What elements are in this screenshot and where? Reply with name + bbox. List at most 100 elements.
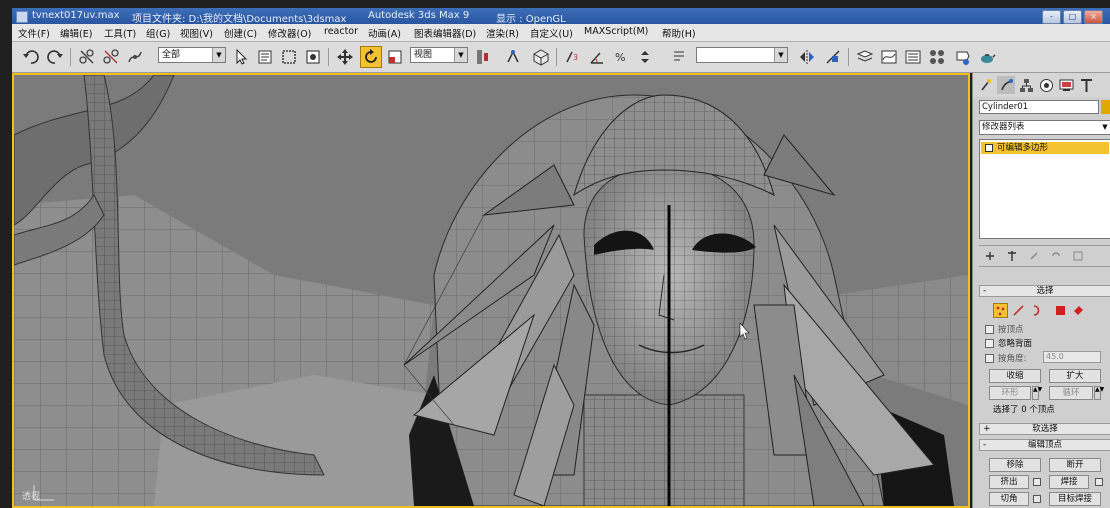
window-crossing-button[interactable]: [302, 46, 324, 68]
angle-threshold-field[interactable]: 45.0: [1043, 351, 1101, 363]
snaps-toggle-button[interactable]: 3: [562, 46, 584, 68]
viewport-label[interactable]: 透视: [22, 489, 40, 502]
spinner-snap-button[interactable]: [634, 46, 656, 68]
configure-modifier-sets-button[interactable]: [1071, 249, 1085, 263]
menu-graph-editors[interactable]: 图表编辑器(D): [414, 26, 476, 40]
chamfer-settings-button[interactable]: [1033, 495, 1041, 503]
shrink-button[interactable]: 收缩: [989, 369, 1041, 383]
align-button[interactable]: [822, 46, 844, 68]
rectangular-selection-button[interactable]: [278, 46, 300, 68]
redo-button[interactable]: [44, 46, 66, 68]
tab-motion[interactable]: [1037, 76, 1055, 94]
loop-button[interactable]: 循环: [1049, 386, 1093, 400]
expand-icon[interactable]: [985, 143, 993, 152]
modifier-stack[interactable]: 可编辑多边形: [979, 139, 1110, 239]
edge-mode-button[interactable]: [1011, 303, 1026, 318]
menu-tools[interactable]: 工具(T): [104, 26, 136, 40]
unlink-selection-button[interactable]: [100, 46, 122, 68]
menu-file[interactable]: 文件(F): [18, 26, 50, 40]
select-and-manipulate-button[interactable]: [502, 46, 524, 68]
object-color-swatch[interactable]: [1101, 100, 1110, 114]
by-angle-checkbox[interactable]: 按角度:: [985, 352, 1026, 364]
maximize-button[interactable]: □: [1063, 10, 1082, 24]
element-mode-button[interactable]: [1071, 303, 1086, 318]
layer-manager-button[interactable]: [854, 46, 876, 68]
tab-modify[interactable]: [997, 76, 1015, 94]
menu-modifiers[interactable]: 修改器(O): [268, 26, 311, 40]
select-and-scale-button[interactable]: [384, 46, 406, 68]
selection-rollout-header[interactable]: - 选择: [979, 285, 1110, 297]
menu-rendering[interactable]: 渲染(R): [486, 26, 519, 40]
tab-create[interactable]: [977, 76, 995, 94]
extrude-settings-button[interactable]: [1033, 478, 1041, 486]
command-panel: Cylinder01 修改器列表 ▼ 可编辑多边形 - 选择 按顶点 忽略背面 …: [972, 73, 1110, 508]
edit-named-selection-button[interactable]: [668, 46, 690, 68]
weld-button[interactable]: 焊接: [1049, 475, 1089, 489]
ignore-backfacing-checkbox[interactable]: 忽略背面: [985, 337, 1032, 349]
ring-button[interactable]: 环形: [989, 386, 1031, 400]
material-editor-button[interactable]: [926, 46, 948, 68]
hierarchy-icon: [1019, 78, 1033, 92]
polygon-mode-button[interactable]: [1053, 303, 1068, 318]
border-mode-button[interactable]: [1029, 303, 1044, 318]
selection-filter-value: 全部: [162, 50, 181, 60]
close-button[interactable]: ×: [1084, 10, 1103, 24]
menu-animation[interactable]: 动画(A): [368, 26, 401, 40]
percent-snap-button[interactable]: %: [610, 46, 632, 68]
rotate-icon: [365, 49, 377, 63]
reference-coordinate-dropdown[interactable]: 视图 ▼: [410, 47, 468, 63]
menu-customize[interactable]: 自定义(U): [530, 26, 573, 40]
named-selection-sets-dropdown[interactable]: ▼: [696, 47, 788, 63]
menu-views[interactable]: 视图(V): [180, 26, 213, 40]
perspective-viewport[interactable]: 透视: [12, 73, 970, 508]
select-and-rotate-button[interactable]: [360, 46, 382, 68]
by-vertex-checkbox[interactable]: 按顶点: [985, 323, 1024, 335]
mirror-button[interactable]: [796, 46, 818, 68]
pin-stack-button[interactable]: [983, 249, 997, 263]
select-and-link-button[interactable]: [76, 46, 98, 68]
make-unique-button[interactable]: [1027, 249, 1041, 263]
soft-selection-rollout-header[interactable]: + 软选择: [979, 423, 1110, 435]
modifier-list-dropdown[interactable]: 修改器列表 ▼: [979, 120, 1110, 135]
select-by-name-button[interactable]: [254, 46, 276, 68]
render-scene-button[interactable]: [952, 46, 974, 68]
weld-settings-button[interactable]: [1095, 478, 1103, 486]
remove-modifier-button[interactable]: [1049, 249, 1063, 263]
select-and-move-button[interactable]: [334, 46, 356, 68]
tab-display[interactable]: [1057, 76, 1075, 94]
target-weld-button[interactable]: 目标焊接: [1049, 492, 1101, 506]
extrude-button[interactable]: 挤出: [989, 475, 1029, 489]
menu-group[interactable]: 组(G): [146, 26, 170, 40]
menu-reactor[interactable]: reactor: [324, 26, 358, 37]
menu-maxscript[interactable]: MAXScript(M): [584, 26, 648, 37]
vertex-mode-button[interactable]: [993, 303, 1008, 318]
selection-filter-dropdown[interactable]: 全部 ▼: [158, 47, 226, 63]
pivot-center-button[interactable]: [472, 46, 494, 68]
remove-button[interactable]: 移除: [989, 458, 1041, 472]
menu-create[interactable]: 创建(C): [224, 26, 257, 40]
tab-hierarchy[interactable]: [1017, 76, 1035, 94]
undo-button[interactable]: [20, 46, 42, 68]
loop-spinner[interactable]: ▲▼: [1094, 386, 1104, 400]
bind-to-space-warp-button[interactable]: [124, 46, 146, 68]
grow-button[interactable]: 扩大: [1049, 369, 1101, 383]
selection-status-text: 选择了 0 个顶点: [993, 405, 1055, 415]
minimize-button[interactable]: -: [1042, 10, 1061, 24]
ring-spinner[interactable]: ▲▼: [1032, 386, 1042, 400]
tab-utilities[interactable]: [1077, 76, 1095, 94]
curve-editor-button[interactable]: [878, 46, 900, 68]
show-end-result-button[interactable]: [1005, 249, 1019, 263]
menu-edit[interactable]: 编辑(E): [60, 26, 92, 40]
select-object-button[interactable]: [230, 46, 252, 68]
edit-vertices-rollout-header[interactable]: - 编辑顶点: [979, 439, 1110, 451]
schematic-view-button[interactable]: [902, 46, 924, 68]
menu-help[interactable]: 帮助(H): [662, 26, 696, 40]
select-by-name-icon: [258, 50, 272, 64]
chamfer-button[interactable]: 切角: [989, 492, 1029, 506]
stack-item-editable-poly[interactable]: 可编辑多边形: [981, 142, 1109, 154]
angle-snap-button[interactable]: [586, 46, 608, 68]
break-button[interactable]: 断开: [1049, 458, 1101, 472]
keyboard-shortcut-override-button[interactable]: [530, 46, 552, 68]
object-name-field[interactable]: Cylinder01: [979, 100, 1099, 114]
quick-render-button[interactable]: [976, 46, 998, 68]
